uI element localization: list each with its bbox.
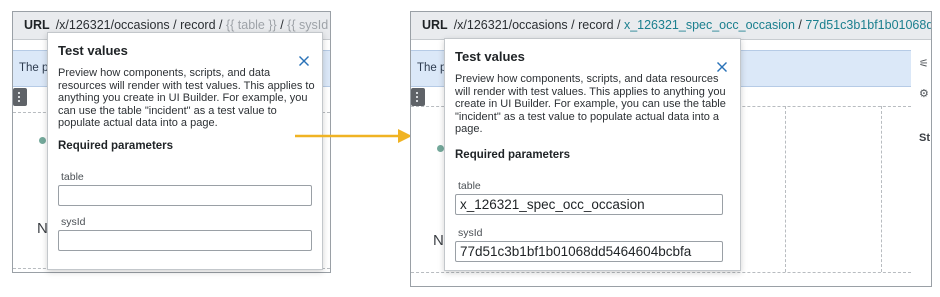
sysid-input[interactable]: 77d51c3b1bf1b01068dd5464604bcbfa: [455, 241, 723, 262]
url-token-sysid[interactable]: {{ sysId }}: [287, 18, 330, 32]
sliders-icon[interactable]: ⚟: [919, 58, 929, 70]
test-values-dialog: Test values Preview how components, scri…: [47, 32, 323, 270]
url-bar[interactable]: URL/x/126321/occasions / record / x_1263…: [411, 12, 931, 40]
test-values-dialog: Test values Preview how components, scri…: [444, 38, 741, 271]
comparison-figure: URL/x/126321/occasions / record / {{ tab…: [0, 0, 940, 297]
dialog-title: Test values: [58, 43, 128, 58]
url-token-table[interactable]: x_126321_spec_occ_occasion: [624, 18, 795, 32]
url-separator: /: [798, 18, 802, 32]
url-token-table[interactable]: {{ table }}: [226, 18, 277, 32]
url-path: /x/126321/occasions / record /: [453, 18, 621, 32]
drag-handle-icon[interactable]: [411, 88, 425, 106]
canvas-guide-line: [881, 106, 882, 272]
dialog-title: Test values: [455, 49, 525, 64]
url-path: /x/126321/occasions / record /: [55, 18, 223, 32]
table-field-label: table: [61, 171, 84, 183]
table-input[interactable]: x_126321_spec_occ_occasion: [455, 194, 723, 215]
side-panel-heading: St: [919, 132, 930, 144]
table-field-label: table: [458, 180, 481, 192]
close-icon[interactable]: [716, 60, 728, 72]
gear-icon[interactable]: ⚙: [919, 88, 929, 100]
canvas-guide-line: [785, 106, 786, 272]
url-label: URL: [422, 18, 448, 32]
required-parameters-heading: Required parameters: [58, 140, 174, 152]
canvas-anchor-dot: [437, 145, 444, 152]
close-icon[interactable]: [298, 54, 310, 66]
drag-handle-icon[interactable]: [13, 88, 27, 106]
arrow-right-icon: [295, 129, 412, 143]
url-label: URL: [24, 18, 50, 32]
dialog-description: Preview how components, scripts, and dat…: [58, 67, 315, 130]
sysid-field-label: sysId: [61, 216, 86, 228]
url-separator: /: [280, 18, 284, 32]
sysid-field-label: sysId: [458, 227, 483, 239]
dialog-description: Preview how components, scripts, and dat…: [455, 73, 726, 136]
canvas-anchor-dot: [39, 137, 46, 144]
sysid-input[interactable]: [58, 230, 312, 251]
canvas-guide-line: [411, 272, 911, 273]
required-parameters-heading: Required parameters: [455, 149, 571, 161]
table-input[interactable]: [58, 185, 312, 206]
url-token-sysid[interactable]: 77d51c3b1bf1b01068dd5464604bcbfa: [805, 18, 931, 32]
canvas-text-fragment: N: [433, 232, 444, 249]
